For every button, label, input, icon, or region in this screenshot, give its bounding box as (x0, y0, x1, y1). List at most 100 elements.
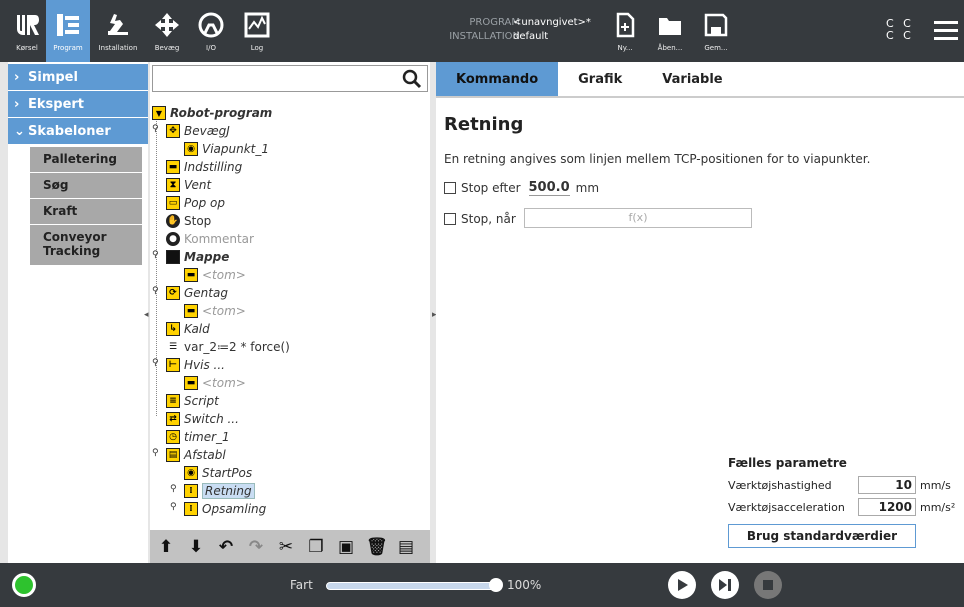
sub-conveyor-tracking[interactable]: Conveyor Tracking (30, 225, 142, 265)
cc-indicator: C C C C (886, 18, 914, 42)
direction-icon: ⁞ (184, 484, 198, 498)
installation-tab[interactable]: Installation (92, 0, 144, 62)
tree-node-assignment[interactable]: ☰ var_2≔2 * force() (166, 338, 290, 356)
tree-node-label: Hvis ... (184, 358, 225, 372)
tree-search-input[interactable] (152, 65, 428, 92)
installation-tab-label: Installation (98, 44, 138, 52)
tree-node-timer[interactable]: ◷ timer_1 (166, 428, 230, 446)
tree-node-label: BevægJ (184, 124, 230, 138)
stop-after-checkbox[interactable] (444, 182, 456, 194)
tab-grafik[interactable]: Grafik (558, 62, 642, 96)
io-tab[interactable]: I/O (192, 0, 230, 62)
tool-acc-unit: mm/s² (920, 500, 956, 514)
stop-when-checkbox[interactable] (444, 213, 456, 225)
default-values-button[interactable]: Brug standardværdier (728, 524, 916, 548)
sub-soeg[interactable]: Søg (30, 173, 142, 198)
folder-icon (166, 250, 180, 264)
tree-node-label: Kommentar (184, 232, 254, 246)
tree-node-empty[interactable]: ▬ <tom> (184, 266, 246, 284)
stop-after-input[interactable]: 500.0 (528, 180, 570, 196)
tree-node-indstilling[interactable]: ▬ Indstilling (166, 158, 242, 176)
status-led[interactable] (12, 573, 36, 597)
copy-icon[interactable]: ❐ (306, 537, 326, 557)
tree-node-startpos[interactable]: ◉ StartPos (184, 464, 252, 482)
menu-icon[interactable] (934, 21, 958, 41)
tree-node-vent[interactable]: ⧗ Vent (166, 176, 211, 194)
tree-node-bevaegj[interactable]: ✥ BevægJ (166, 122, 230, 140)
move-tab[interactable]: Bevæg (148, 0, 186, 62)
expression-field[interactable]: f(x) (524, 208, 752, 228)
tree-node-script[interactable]: ≡ Script (166, 392, 219, 410)
search-icon[interactable] (401, 68, 423, 90)
sub-kraft[interactable]: Kraft (30, 199, 142, 224)
description: En retning angives som linjen mellem TCP… (444, 152, 871, 166)
tree-node-viapunkt[interactable]: ◉ Viapunkt_1 (184, 140, 269, 158)
io-icon (198, 12, 224, 38)
tree-node-stop[interactable]: ✋ Stop (166, 212, 211, 230)
paste-icon[interactable]: ▣ (336, 537, 356, 557)
tree-node-label: timer_1 (184, 430, 230, 444)
hourglass-icon: ⧗ (166, 178, 180, 192)
stop-button[interactable] (754, 571, 782, 599)
step-button[interactable] (711, 571, 739, 599)
tree-node-empty[interactable]: ▬ <tom> (184, 302, 246, 320)
nav-simpel-label: Simpel (28, 69, 78, 85)
open-button[interactable]: Åben... (654, 0, 686, 62)
nav-simpel[interactable]: › Simpel (8, 64, 148, 90)
tree-node-mappe[interactable]: Mappe (166, 248, 229, 266)
tree-node-kommentar[interactable]: ● Kommentar (166, 230, 254, 248)
if-icon: ⊢ (166, 358, 180, 372)
page-title: Retning (444, 114, 524, 135)
tree-node-switch[interactable]: ⇄ Switch ... (166, 410, 239, 428)
save-button[interactable]: Gem... (700, 0, 732, 62)
tool-speed-input[interactable]: 10 (858, 476, 916, 494)
empty-icon: ▬ (184, 376, 198, 390)
run-tab[interactable]: Kørsel (10, 0, 44, 62)
suppress-icon[interactable]: ▤ (396, 537, 416, 557)
pickup-icon: ⁞ (184, 502, 198, 516)
log-tab[interactable]: Log (238, 0, 276, 62)
tree-node-label: Robot-program (170, 106, 273, 120)
comment-icon: ● (166, 232, 180, 246)
waypoint-icon: ◉ (184, 142, 198, 156)
move-down-icon[interactable]: ⬇ (186, 537, 206, 557)
tab-kommando[interactable]: Kommando (436, 62, 559, 96)
speed-slider[interactable] (326, 582, 496, 590)
speed-slider-handle[interactable] (489, 578, 503, 592)
run-tab-label: Kørsel (16, 44, 38, 52)
redo-icon[interactable]: ↷ (246, 537, 266, 557)
program-tab[interactable]: Program (46, 0, 90, 62)
play-button[interactable] (668, 571, 696, 599)
tree-node-empty[interactable]: ▬ <tom> (184, 374, 246, 392)
tree-node-retning[interactable]: ⁞ Retning (184, 482, 255, 500)
tree-node-kald[interactable]: ↳ Kald (166, 320, 210, 338)
tab-variable[interactable]: Variable (642, 62, 742, 96)
undo-icon[interactable]: ↶ (216, 537, 236, 557)
tree-node-label: Pop op (184, 196, 225, 210)
loop-icon: ⟳ (166, 286, 180, 300)
tree-node-gentag[interactable]: ⟳ Gentag (166, 284, 228, 302)
program-icon (57, 14, 79, 36)
tool-acc-input[interactable]: 1200 (858, 498, 916, 516)
cc-line-2: C C (886, 29, 914, 42)
tree-node-afstabl[interactable]: ▤ Afstabl (166, 446, 226, 464)
tree-node-robot-program[interactable]: ▼ Robot-program (152, 104, 272, 122)
tree-node-popop[interactable]: ▭ Pop op (166, 194, 225, 212)
waypoint-icon: ◉ (184, 466, 198, 480)
left-nav: › Simpel › Ekspert ⌄ Skabeloner Palletering… (8, 62, 148, 563)
cut-icon[interactable]: ✂ (276, 537, 296, 557)
delete-icon[interactable]: 🗑 (366, 537, 388, 557)
set-icon: ▬ (166, 160, 180, 174)
nav-skabeloner[interactable]: ⌄ Skabeloner (8, 118, 148, 144)
new-button[interactable]: Ny... (610, 0, 640, 62)
empty-icon: ▬ (184, 268, 198, 282)
tree-node-opsamling[interactable]: ⁞ Opsamling (184, 500, 266, 518)
sub-palletering[interactable]: Palletering (30, 147, 142, 172)
program-tree: ▼ Robot-program ⚲ ✥ BevægJ ◉ Viapunkt_1 ▬ In… (152, 104, 290, 518)
tree-node-hvis[interactable]: ⊢ Hvis ... (166, 356, 225, 374)
left-collapse-handle[interactable]: ◂ (144, 310, 149, 320)
move-up-icon[interactable]: ⬆ (156, 537, 176, 557)
nav-ekspert[interactable]: › Ekspert (8, 91, 148, 117)
installation-name: default (513, 31, 549, 42)
tree-node-label: Indstilling (184, 160, 243, 174)
